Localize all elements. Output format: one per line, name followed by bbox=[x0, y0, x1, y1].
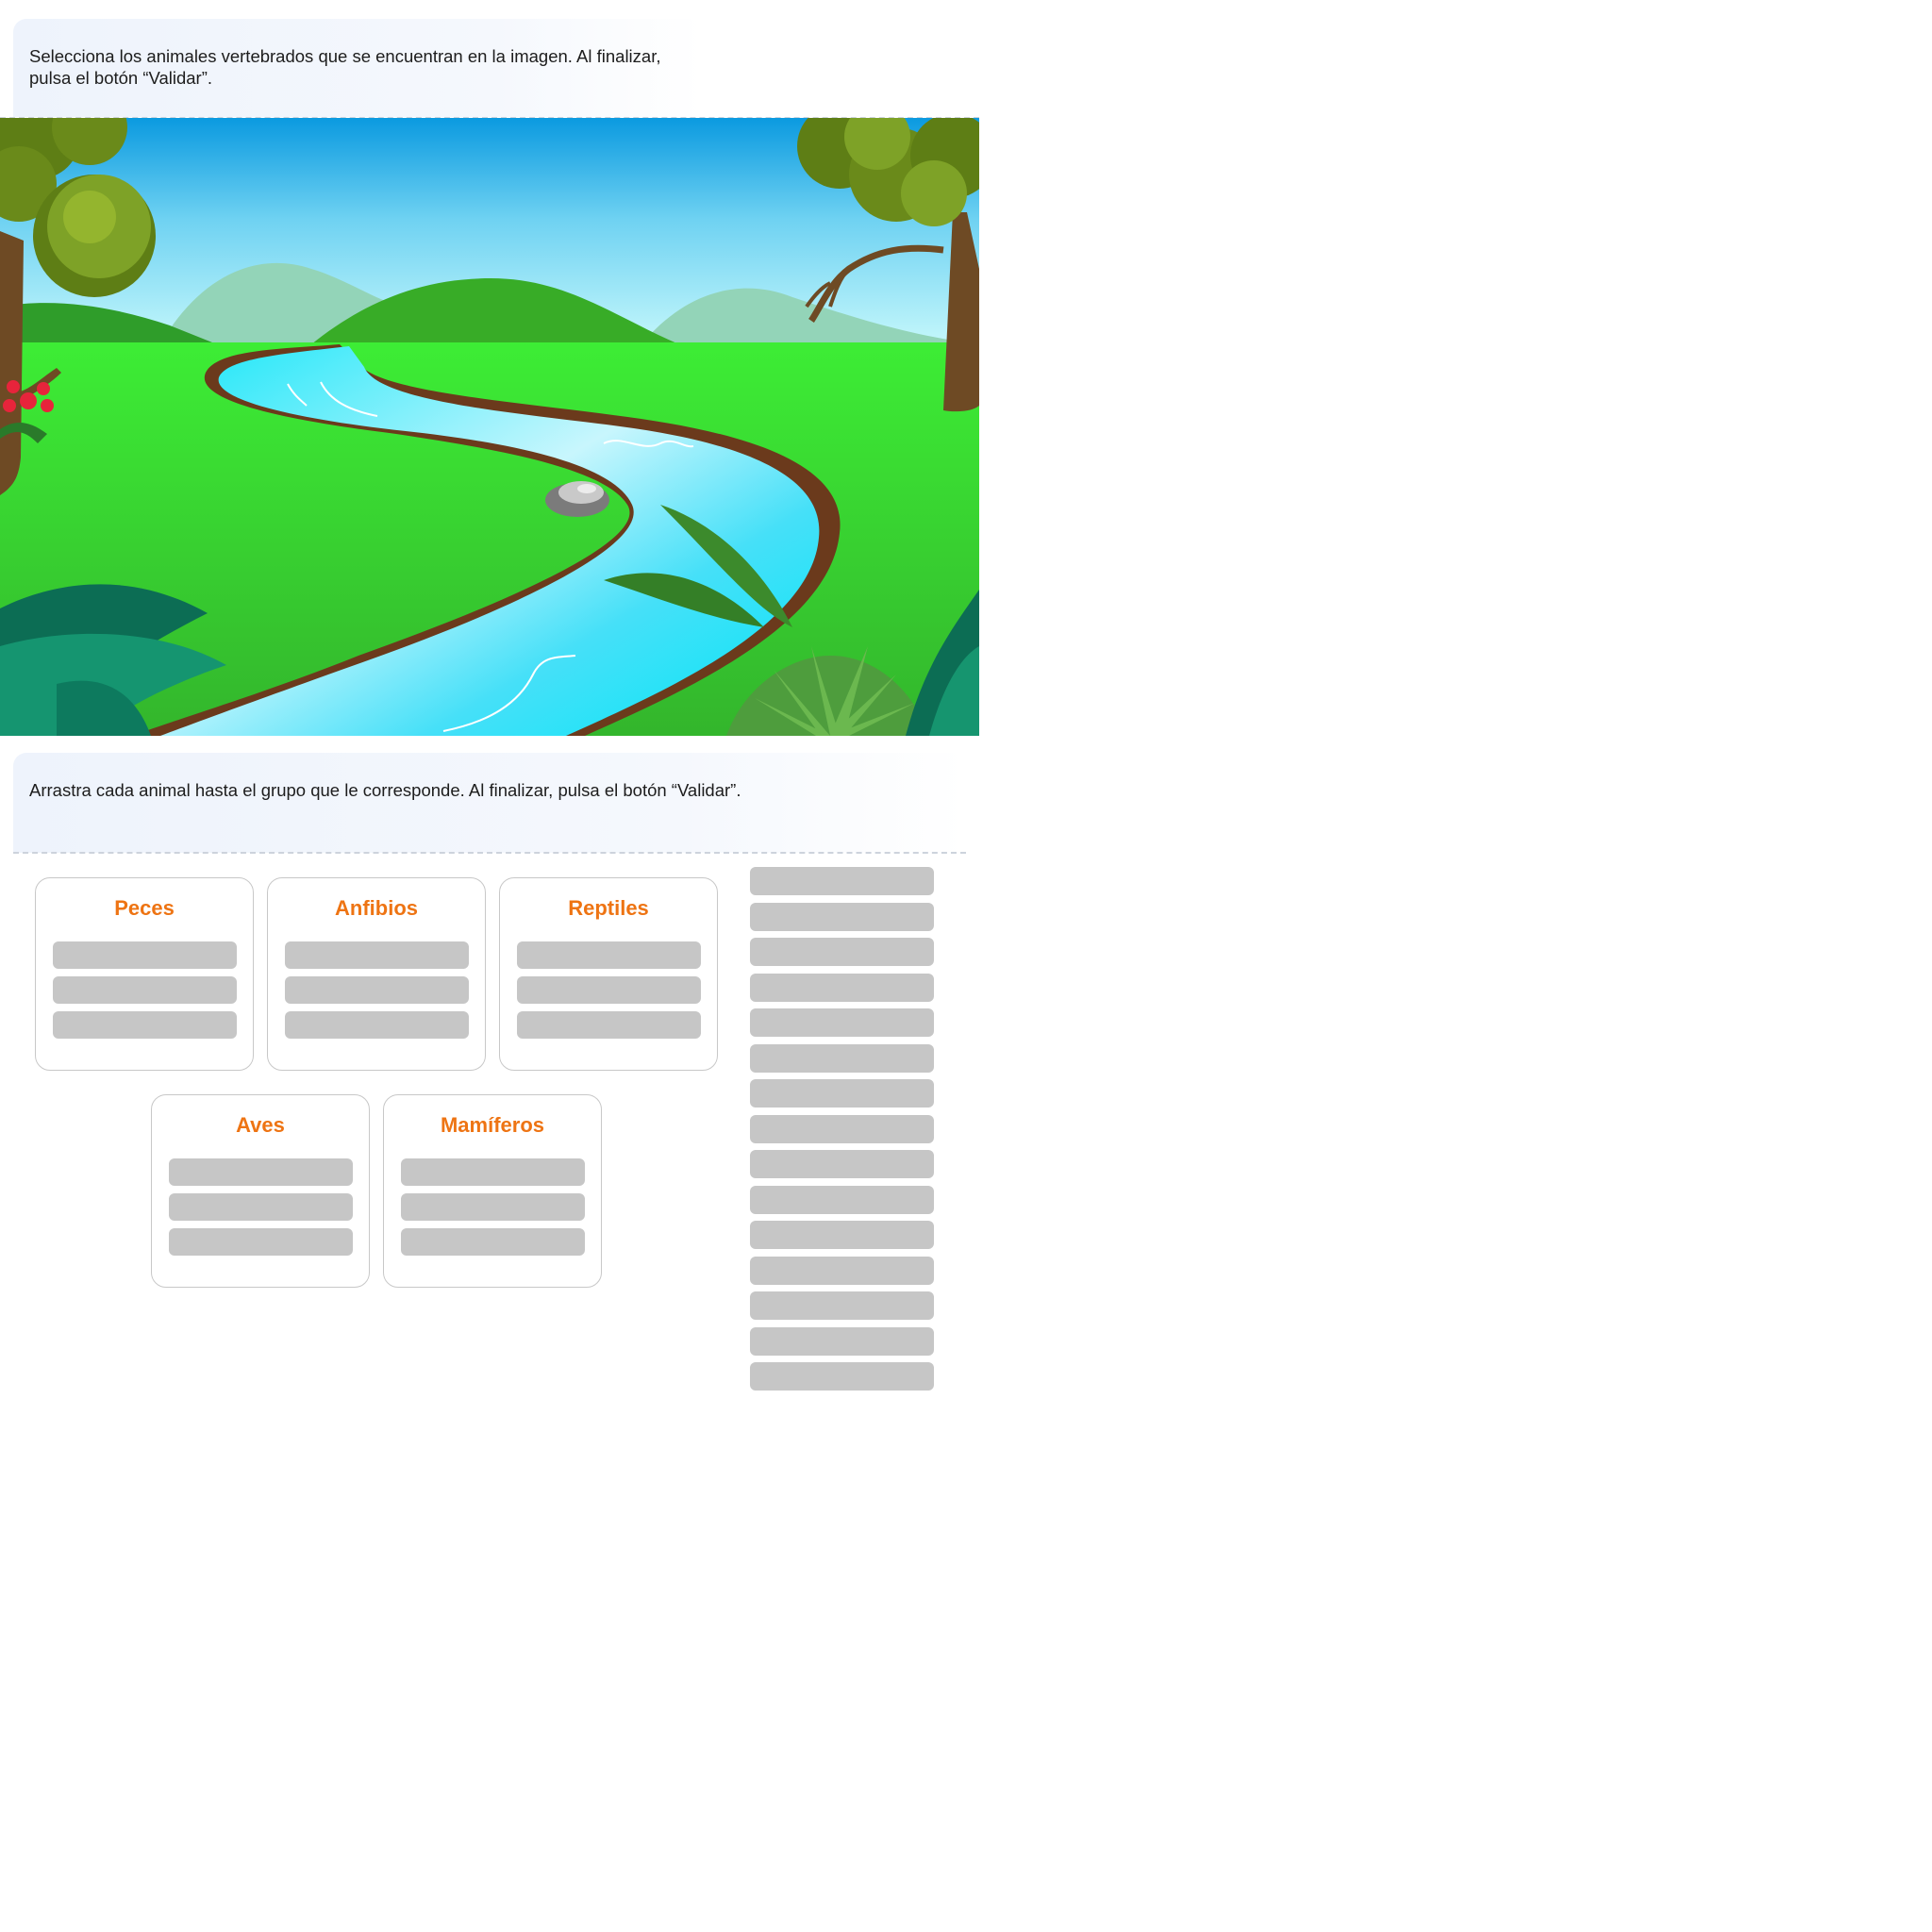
drop-slot[interactable] bbox=[53, 976, 237, 1004]
group-reptiles: Reptiles bbox=[499, 877, 718, 1071]
drop-slot[interactable] bbox=[53, 941, 237, 969]
drop-slot[interactable] bbox=[517, 976, 701, 1004]
draggable-item[interactable] bbox=[750, 938, 934, 966]
drop-slot[interactable] bbox=[285, 976, 469, 1004]
draggable-item[interactable] bbox=[750, 1256, 934, 1285]
draggable-item[interactable] bbox=[750, 1043, 934, 1073]
drop-slot[interactable] bbox=[285, 1011, 469, 1039]
draggable-item[interactable] bbox=[750, 867, 934, 895]
draggable-item[interactable] bbox=[750, 1185, 934, 1214]
group-anfibios: Anfibios bbox=[267, 877, 486, 1071]
draggable-item[interactable] bbox=[750, 973, 934, 1002]
drop-slot[interactable] bbox=[169, 1158, 353, 1186]
instruction-select-animals: Selecciona los animales vertebrados que … bbox=[13, 19, 702, 117]
group-title: Anfibios bbox=[335, 896, 418, 920]
draggable-item[interactable] bbox=[750, 1079, 934, 1108]
group-title: Peces bbox=[114, 896, 175, 920]
group-mamiferos: Mamíferos bbox=[383, 1094, 602, 1288]
drop-slot[interactable] bbox=[53, 1011, 237, 1039]
draggable-item[interactable] bbox=[750, 1008, 934, 1037]
drop-slot[interactable] bbox=[517, 941, 701, 969]
draggable-item[interactable] bbox=[750, 1150, 934, 1178]
instruction-drag-animals: Arrastra cada animal hasta el grupo que … bbox=[13, 753, 966, 853]
group-title: Aves bbox=[236, 1113, 285, 1137]
drop-slot[interactable] bbox=[285, 941, 469, 969]
drop-slot[interactable] bbox=[401, 1228, 585, 1256]
draggable-item[interactable] bbox=[750, 1114, 934, 1143]
section-divider bbox=[13, 852, 966, 854]
group-peces: Peces bbox=[35, 877, 254, 1071]
drop-slot[interactable] bbox=[169, 1228, 353, 1256]
drop-slot[interactable] bbox=[401, 1193, 585, 1221]
group-aves: Aves bbox=[151, 1094, 370, 1288]
draggable-item[interactable] bbox=[750, 1326, 934, 1356]
drop-slot[interactable] bbox=[169, 1193, 353, 1221]
instruction-text: Arrastra cada animal hasta el grupo que … bbox=[29, 780, 741, 800]
group-title: Mamíferos bbox=[440, 1113, 545, 1137]
draggable-item[interactable] bbox=[750, 1291, 934, 1320]
draggable-item[interactable] bbox=[750, 1362, 934, 1391]
draggable-item[interactable] bbox=[750, 902, 934, 931]
instruction-text: Selecciona los animales vertebrados que … bbox=[29, 46, 661, 88]
drop-slot[interactable] bbox=[517, 1011, 701, 1039]
draggable-item[interactable] bbox=[750, 1221, 934, 1249]
drop-slot[interactable] bbox=[401, 1158, 585, 1186]
river-landscape-image[interactable] bbox=[0, 118, 979, 736]
group-title: Reptiles bbox=[568, 896, 649, 920]
